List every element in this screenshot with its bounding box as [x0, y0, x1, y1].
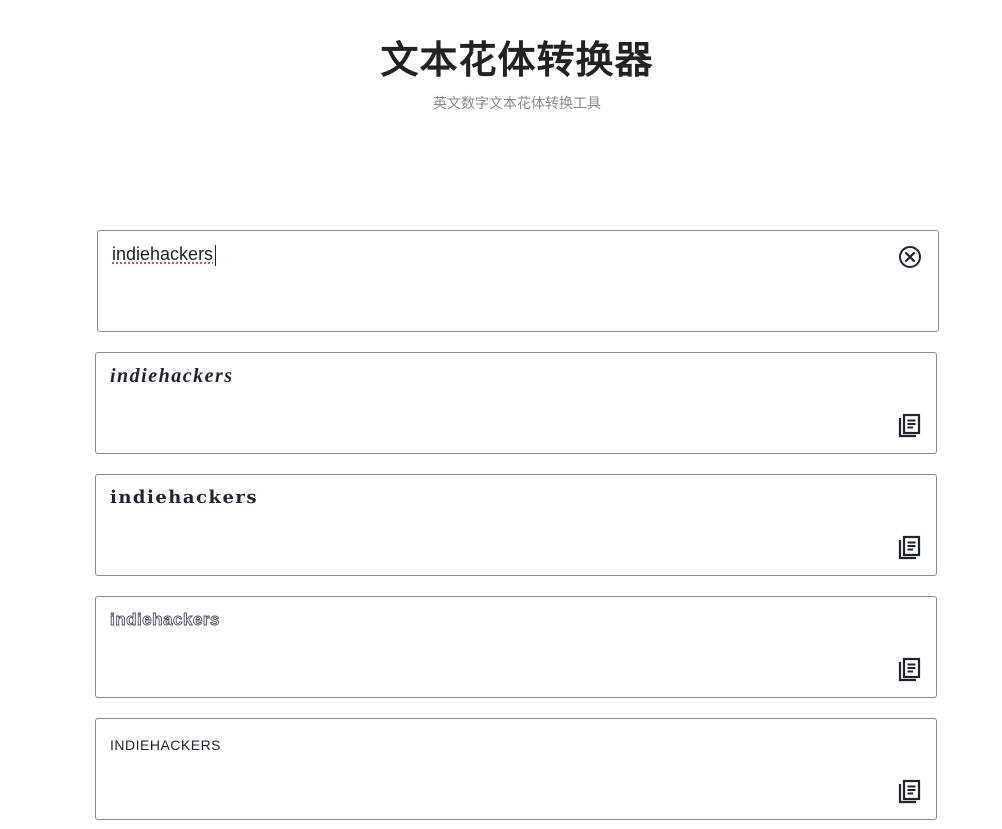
input-value[interactable]: indiehackers [112, 243, 213, 265]
output-box-script: indiehackers [95, 352, 937, 454]
copy-button[interactable] [898, 413, 922, 439]
clear-button[interactable] [898, 245, 922, 269]
copy-icon [898, 657, 921, 682]
page-subtitle: 英文数字文本花体转换工具 [433, 96, 601, 112]
copy-icon [898, 779, 921, 804]
header: 文本花体转换器 英文数字文本花体转换工具 [0, 36, 1002, 114]
output-box-fraktur: indiehackers [95, 474, 937, 576]
close-circle-icon [899, 246, 921, 268]
copy-icon [898, 535, 921, 560]
output-box-double-struck: indiehackers [95, 596, 937, 698]
text-input[interactable]: indiehackers [97, 230, 939, 332]
copy-button[interactable] [898, 779, 922, 805]
output-text-fraktur[interactable]: indiehackers [110, 485, 258, 511]
output-box-uppercase: INDIEHACKERS [95, 718, 937, 820]
output-text-double-struck[interactable]: indiehackers [110, 607, 220, 633]
text-caret [215, 245, 216, 266]
copy-button[interactable] [898, 657, 922, 683]
page: 文本花体转换器 英文数字文本花体转换工具 indiehackers indieh… [0, 0, 1002, 829]
output-text-script[interactable]: indiehackers [110, 363, 234, 389]
page-title: 文本花体转换器 [380, 38, 654, 82]
copy-button[interactable] [898, 535, 922, 561]
output-text-uppercase[interactable]: INDIEHACKERS [110, 732, 221, 758]
copy-icon [898, 413, 921, 438]
